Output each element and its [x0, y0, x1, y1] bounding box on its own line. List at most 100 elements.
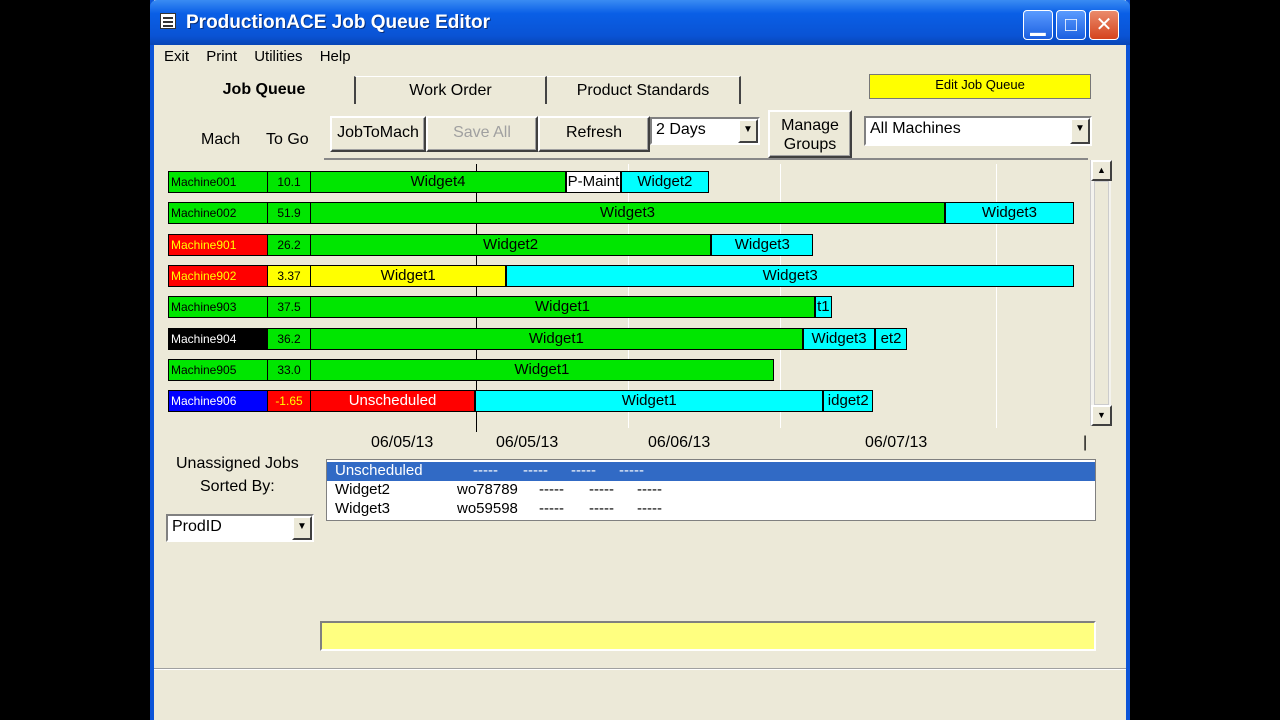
togo-value-cell: 51.9: [267, 202, 311, 225]
list-cell: -----: [637, 500, 662, 517]
togo-value-cell: 3.37: [267, 264, 311, 287]
chevron-down-icon[interactable]: ▼: [292, 516, 312, 540]
close-button[interactable]: ✕: [1089, 10, 1119, 40]
chevron-down-icon[interactable]: ▼: [738, 119, 758, 143]
x-tick-label: 06/05/13: [371, 434, 434, 451]
togo-value-cell: 37.5: [267, 296, 311, 319]
unassigned-jobs-label: Unassigned Jobs: [176, 455, 299, 472]
edit-job-queue-button[interactable]: Edit Job Queue: [869, 74, 1091, 99]
job-bar[interactable]: et2: [875, 327, 907, 350]
chevron-down-icon[interactable]: ▼: [1070, 118, 1090, 144]
save-all-button[interactable]: Save All: [426, 116, 538, 152]
list-cell: -----: [589, 500, 614, 517]
menu-help[interactable]: Help: [320, 48, 351, 65]
job-bar[interactable]: Widget1: [475, 390, 824, 413]
job-bar[interactable]: Widget3: [711, 233, 814, 256]
mach-column-label: Mach: [201, 131, 241, 148]
list-cell-order: -----: [473, 462, 498, 479]
job-bar[interactable]: Widget3: [944, 202, 1074, 225]
vertical-scrollbar[interactable]: ▲ ▼: [1090, 160, 1112, 426]
togo-value-cell: 10.1: [267, 171, 311, 193]
window-title: ProductionACE Job Queue Editor: [186, 12, 491, 33]
menu-print[interactable]: Print: [206, 48, 237, 65]
job-bar[interactable]: Widget3: [506, 264, 1074, 287]
status-message-bar: [320, 621, 1096, 651]
job-bar[interactable]: Widget1: [310, 358, 774, 381]
list-cell-product: Unscheduled: [335, 462, 423, 479]
title-bar[interactable]: ProductionACE Job Queue Editor ▁ □ ✕: [150, 0, 1130, 45]
chart-background: [324, 158, 1088, 428]
scroll-up-icon[interactable]: ▲: [1091, 160, 1112, 181]
manage-groups-line2: Groups: [783, 136, 837, 153]
machine-name-cell[interactable]: Machine906: [168, 390, 268, 413]
divider: [154, 668, 1126, 670]
sort-by-select[interactable]: ProdID ▼: [166, 514, 314, 542]
list-cell-order: wo78789: [457, 481, 518, 498]
job-bar[interactable]: Widget3: [310, 202, 945, 225]
job-bar[interactable]: P-Maint: [565, 171, 621, 193]
list-item[interactable]: Widget3 wo59598 ----- ----- -----: [327, 500, 1095, 519]
togo-value-cell: 33.0: [267, 358, 311, 381]
machine-name-cell[interactable]: Machine901: [168, 233, 268, 256]
menu-bar: Exit Print Utilities Help: [164, 48, 364, 68]
machine-name-cell[interactable]: Machine002: [168, 202, 268, 225]
tab-strip: Job Queue Work Order Product Standards: [154, 76, 754, 104]
list-item[interactable]: Unscheduled ----- ----- ----- -----: [327, 462, 1095, 481]
x-tick-label: 06/06/13: [648, 434, 711, 451]
sorted-by-label: Sorted By:: [200, 478, 275, 495]
togo-value-cell: 26.2: [267, 233, 311, 256]
minimize-button[interactable]: ▁: [1023, 10, 1053, 40]
list-item[interactable]: Widget2 wo78789 ----- ----- -----: [327, 481, 1095, 500]
list-cell: -----: [637, 481, 662, 498]
machines-select[interactable]: All Machines ▼: [864, 116, 1092, 146]
refresh-button[interactable]: Refresh: [538, 116, 650, 152]
scroll-thumb[interactable]: [1094, 181, 1109, 405]
list-cell-order: wo59598: [457, 500, 518, 517]
job-bar[interactable]: Widget4: [310, 171, 566, 193]
sort-by-select-value: ProdID: [172, 518, 222, 535]
x-tick-label: 06/05/13: [496, 434, 559, 451]
x-tick-label: |: [1083, 434, 1088, 451]
list-cell: -----: [539, 481, 564, 498]
machine-name-cell[interactable]: Machine902: [168, 264, 268, 287]
job-bar[interactable]: idget2: [823, 390, 874, 413]
togo-column-label: To Go: [266, 131, 309, 148]
days-select-value: 2 Days: [656, 121, 706, 138]
job-bar[interactable]: Widget1: [310, 327, 803, 350]
app-icon: [160, 13, 176, 29]
job-bar[interactable]: Widget2: [310, 233, 712, 256]
unassigned-jobs-list[interactable]: Unscheduled ----- ----- ----- ----- Widg…: [326, 459, 1096, 521]
machine-name-cell[interactable]: Machine001: [168, 171, 268, 193]
job-bar[interactable]: Widget3: [802, 327, 876, 350]
job-bar[interactable]: Widget2: [620, 171, 709, 193]
tab-work-order[interactable]: Work Order: [354, 76, 547, 104]
machine-name-cell[interactable]: Machine903: [168, 296, 268, 319]
job-bar[interactable]: Widget1: [310, 296, 815, 319]
list-cell-product: Widget2: [335, 481, 391, 498]
days-select[interactable]: 2 Days ▼: [650, 117, 760, 145]
togo-value-cell: 36.2: [267, 327, 311, 350]
machine-name-cell[interactable]: Machine905: [168, 358, 268, 381]
menu-utilities[interactable]: Utilities: [254, 48, 302, 65]
list-cell: -----: [523, 462, 548, 479]
manage-groups-button[interactable]: Manage Groups: [768, 110, 852, 158]
list-cell-product: Widget3: [335, 500, 391, 517]
x-tick-label: 06/07/13: [865, 434, 928, 451]
job-bar[interactable]: t1: [815, 296, 832, 319]
tab-job-queue[interactable]: Job Queue: [174, 76, 354, 104]
machine-name-cell[interactable]: Machine904: [168, 327, 268, 350]
list-cell: -----: [539, 500, 564, 517]
maximize-button[interactable]: □: [1056, 10, 1086, 40]
list-cell: -----: [619, 462, 644, 479]
job-to-mach-button[interactable]: JobToMach: [330, 116, 426, 152]
machines-select-value: All Machines: [870, 120, 961, 137]
manage-groups-line1: Manage: [781, 117, 839, 134]
menu-exit[interactable]: Exit: [164, 48, 189, 65]
job-queue-editor-window: ProductionACE Job Queue Editor ▁ □ ✕ Exi…: [150, 0, 1130, 720]
job-bar[interactable]: Unscheduled: [310, 390, 476, 413]
job-schedule-chart: Machine001 10.1 Widget4 P-Maint Widget2 Machi…: [168, 158, 1126, 432]
tab-product-standards[interactable]: Product Standards: [547, 76, 741, 104]
scroll-down-icon[interactable]: ▼: [1091, 405, 1112, 426]
list-cell: -----: [571, 462, 596, 479]
job-bar[interactable]: Widget1: [310, 264, 507, 287]
